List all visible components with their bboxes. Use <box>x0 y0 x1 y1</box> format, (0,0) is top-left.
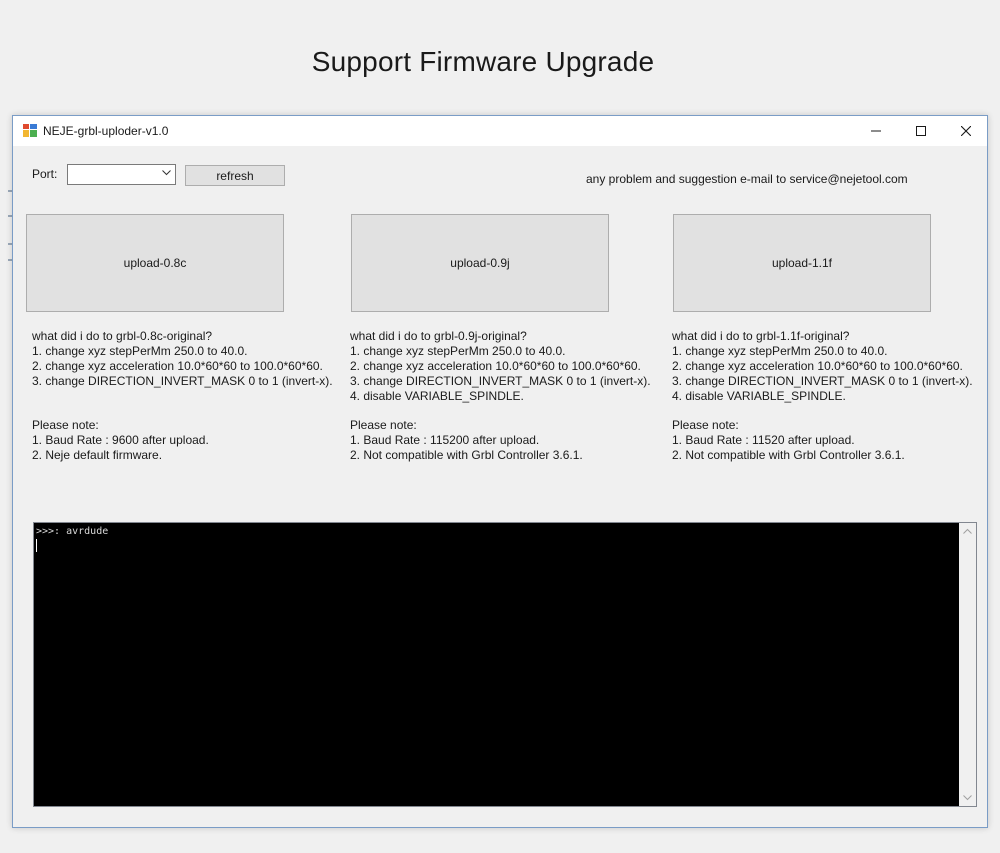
info-change-line: 2. change xyz acceleration 10.0*60*60 to… <box>350 359 641 373</box>
info-change-line: 1. change xyz stepPerMm 250.0 to 40.0. <box>32 344 248 358</box>
maximize-icon <box>916 126 926 136</box>
app-icon <box>23 124 37 137</box>
upload-0-8c-button[interactable]: upload-0.8c <box>26 214 284 312</box>
info-change-line: 4. disable VARIABLE_SPINDLE. <box>672 389 846 403</box>
info-0-8c: what did i do to grbl-0.8c-original? 1. … <box>32 329 333 463</box>
info-change-line: 4. disable VARIABLE_SPINDLE. <box>350 389 524 403</box>
note-line: 1. Baud Rate : 11520 after upload. <box>672 433 855 447</box>
upload-0-9j-button[interactable]: upload-0.9j <box>351 214 609 312</box>
note-heading: Please note: <box>350 418 417 432</box>
port-label: Port: <box>32 167 58 181</box>
note-line: 2. Not compatible with Grbl Controller 3… <box>672 448 905 462</box>
info-heading: what did i do to grbl-0.9j-original? <box>350 329 527 343</box>
info-heading: what did i do to grbl-0.8c-original? <box>32 329 213 343</box>
page: Support Firmware Upgrade NEJE-grbl-uplod… <box>0 0 1000 853</box>
note-line: 2. Not compatible with Grbl Controller 3… <box>350 448 583 462</box>
contact-text: any problem and suggestion e-mail to ser… <box>586 172 908 186</box>
scroll-up-icon[interactable] <box>963 528 972 534</box>
note-heading: Please note: <box>672 418 739 432</box>
note-line: 1. Baud Rate : 115200 after upload. <box>350 433 540 447</box>
info-1-1f: what did i do to grbl-1.1f-original? 1. … <box>672 329 973 463</box>
info-change-line: 2. change xyz acceleration 10.0*60*60 to… <box>32 359 323 373</box>
info-change-line: 1. change xyz stepPerMm 250.0 to 40.0. <box>350 344 566 358</box>
info-change-line: 3. change DIRECTION_INVERT_MASK 0 to 1 (… <box>672 374 973 388</box>
close-button[interactable] <box>943 116 989 146</box>
info-change-line: 3. change DIRECTION_INVERT_MASK 0 to 1 (… <box>32 374 333 388</box>
info-change-line: 3. change DIRECTION_INVERT_MASK 0 to 1 (… <box>350 374 651 388</box>
port-select[interactable] <box>67 164 176 185</box>
note-line: 1. Baud Rate : 9600 after upload. <box>32 433 209 447</box>
page-heading: Support Firmware Upgrade <box>311 46 655 77</box>
app-window: NEJE-grbl-uploder-v1.0 Port: refresh any… <box>12 115 988 828</box>
minimize-icon <box>871 130 881 132</box>
info-change-line: 2. change xyz acceleration 10.0*60*60 to… <box>672 359 963 373</box>
close-icon <box>961 126 971 136</box>
maximize-button[interactable] <box>898 116 944 146</box>
note-heading: Please note: <box>32 418 99 432</box>
console-scrollbar[interactable] <box>959 523 976 806</box>
console-output[interactable]: >>>: avrdude <box>33 522 977 807</box>
minimize-button[interactable] <box>853 116 899 146</box>
info-0-9j: what did i do to grbl-0.9j-original? 1. … <box>350 329 651 463</box>
window-title: NEJE-grbl-uploder-v1.0 <box>43 124 169 138</box>
scroll-down-icon[interactable] <box>963 795 972 801</box>
upload-1-1f-button[interactable]: upload-1.1f <box>673 214 931 312</box>
info-heading: what did i do to grbl-1.1f-original? <box>672 329 850 343</box>
console-text: >>>: avrdude <box>36 526 109 537</box>
title-bar[interactable]: NEJE-grbl-uploder-v1.0 <box>13 116 987 146</box>
info-change-line: 1. change xyz stepPerMm 250.0 to 40.0. <box>672 344 888 358</box>
note-line: 2. Neje default firmware. <box>32 448 163 462</box>
text-cursor <box>36 539 37 552</box>
chevron-down-icon <box>162 170 171 176</box>
refresh-button[interactable]: refresh <box>185 165 285 186</box>
